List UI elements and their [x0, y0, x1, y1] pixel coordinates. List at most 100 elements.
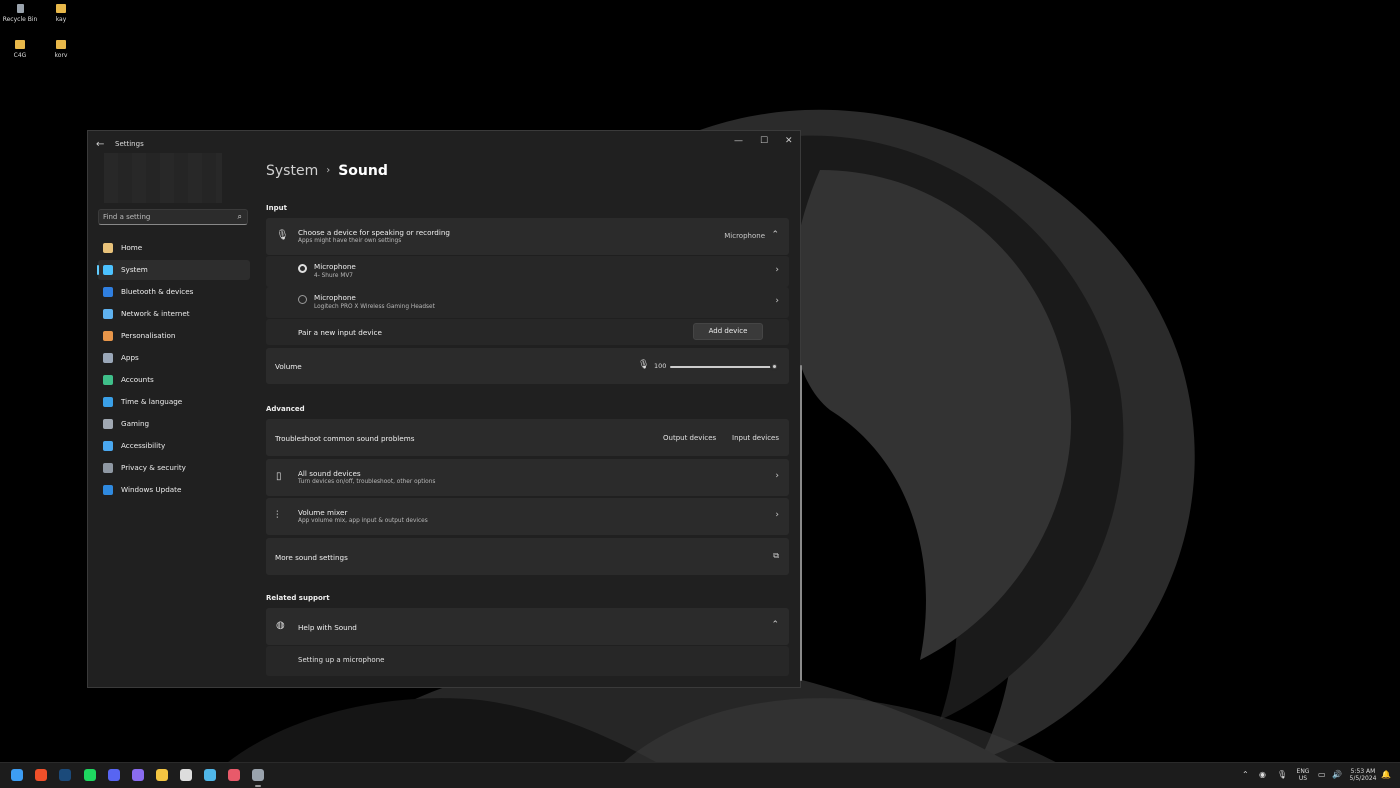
volume-mixer-title: Volume mixer: [298, 508, 348, 517]
sidebar-item-label: Gaming: [121, 419, 150, 428]
notification-bell-icon[interactable]: 🔔: [1381, 770, 1391, 779]
sidebar-item-home[interactable]: Home: [98, 238, 250, 258]
clock[interactable]: 5:53 AM 5/5/2024: [1346, 768, 1380, 782]
sidebar-item-accounts[interactable]: Accounts: [98, 370, 250, 390]
start-icon[interactable]: [11, 769, 23, 781]
sidebar-item-personalisation[interactable]: Personalisation: [98, 326, 250, 346]
back-arrow-icon[interactable]: ←: [96, 139, 104, 150]
speaker-volume-icon[interactable]: 🔊: [1332, 770, 1342, 779]
language-indicator[interactable]: ENG US: [1293, 768, 1313, 782]
chevron-up-icon[interactable]: ⌃: [771, 620, 779, 630]
show-hidden-icons-chevron-icon[interactable]: ⌃: [1242, 770, 1249, 779]
sidebar-item-time-language[interactable]: Time & language: [98, 392, 250, 412]
volume-mixer-subtitle: App volume mix, app input & output devic…: [298, 518, 428, 524]
more-sound-settings-row[interactable]: More sound settings ⧉: [266, 538, 789, 575]
desktop-icon-label: Recycle Bin: [2, 16, 38, 23]
add-device-button[interactable]: Add device: [693, 323, 763, 340]
steam-icon[interactable]: [59, 769, 71, 781]
account-profile-blurred[interactable]: [104, 153, 222, 203]
spotify-icon[interactable]: [84, 769, 96, 781]
setting-up-microphone-link[interactable]: Setting up a microphone: [298, 656, 384, 664]
chevron-right-icon[interactable]: ›: [775, 471, 779, 481]
globe-clock-icon: [103, 397, 113, 407]
sidebar-item-accessibility[interactable]: Accessibility: [98, 436, 250, 456]
sidebar-item-label: Privacy & security: [121, 463, 186, 472]
sidebar-item-network-internet[interactable]: Network & internet: [98, 304, 250, 324]
bluetooth-icon: [103, 287, 113, 297]
desktop-icon-recycle-bin[interactable]: Recycle Bin: [0, 4, 40, 23]
all-sound-devices-row[interactable]: ▯ All sound devices Turn devices on/off,…: [266, 459, 789, 496]
file-explorer-icon[interactable]: [156, 769, 168, 781]
obs-icon[interactable]: [180, 769, 192, 781]
sidebar-item-label: Windows Update: [121, 485, 182, 494]
sidebar-item-privacy-security[interactable]: Privacy & security: [98, 458, 250, 478]
chevron-right-icon[interactable]: ›: [775, 265, 779, 275]
chevron-up-icon[interactable]: ⌃: [771, 230, 779, 240]
sidebar-nav: Home System Bluetooth & devices Network & i…: [97, 238, 250, 502]
language-region: US: [1298, 775, 1308, 782]
input-chooser-value: Microphone: [724, 232, 765, 240]
settings-search-box[interactable]: ⌕: [98, 209, 248, 225]
sidebar-item-windows-update[interactable]: Windows Update: [98, 480, 250, 500]
desktop-icon-kay[interactable]: kay: [41, 4, 81, 23]
desktop-icon-label: C4G: [13, 52, 27, 59]
settings-search-input[interactable]: [103, 213, 223, 221]
update-icon: [103, 485, 113, 495]
troubleshoot-row: Troubleshoot common sound problems Outpu…: [266, 419, 789, 456]
content-scrollbar[interactable]: [800, 365, 802, 681]
device-radio[interactable]: [298, 295, 307, 304]
desktop-icon-label: korv: [54, 52, 68, 59]
sidebar-item-bluetooth-devices[interactable]: Bluetooth & devices: [98, 282, 250, 302]
breadcrumb-system[interactable]: System: [266, 163, 318, 179]
troubleshoot-input-devices-link[interactable]: Input devices: [732, 434, 779, 442]
sidebar-item-gaming[interactable]: Gaming: [98, 414, 250, 434]
input-chooser-title: Choose a device for speaking or recordin…: [298, 228, 450, 237]
globe-icon: ◍: [276, 620, 285, 631]
network-icon[interactable]: ▭: [1318, 770, 1326, 779]
volume-mixer-row[interactable]: ⫶ Volume mixer App volume mix, app input…: [266, 498, 789, 535]
brave-icon[interactable]: [35, 769, 47, 781]
desktop-icon-korv[interactable]: korv: [41, 40, 81, 59]
sidebar-item-apps[interactable]: Apps: [98, 348, 250, 368]
speaker-device-icon: ▯: [276, 471, 282, 482]
sidebar-item-label: Time & language: [121, 397, 183, 406]
close-button[interactable]: ✕: [785, 136, 793, 146]
desktop-icon-label: kay: [55, 16, 67, 23]
proton-mail-icon[interactable]: [132, 769, 144, 781]
home-icon: [103, 243, 113, 253]
volume-slider[interactable]: [670, 362, 779, 371]
microphone-mute-icon[interactable]: 🎙: [638, 360, 649, 370]
desktop-icon-c4g[interactable]: C4G: [0, 40, 40, 59]
more-sound-settings-label: More sound settings: [275, 553, 348, 562]
accounts-icon: [103, 375, 113, 385]
microphone-tray-icon[interactable]: 🎙: [1277, 770, 1287, 779]
troubleshoot-output-devices-link[interactable]: Output devices: [663, 434, 716, 442]
sidebar-item-label: Personalisation: [121, 331, 176, 340]
notepad-icon[interactable]: [204, 769, 216, 781]
chevron-right-icon[interactable]: ›: [775, 510, 779, 520]
advanced-section-title: Advanced: [266, 405, 305, 413]
volume-slider-thumb[interactable]: [769, 362, 779, 371]
wifi-icon: [103, 309, 113, 319]
input-device-row[interactable]: Microphone 4- Shure MV7 ›: [266, 255, 789, 287]
settings-icon[interactable]: [252, 769, 264, 787]
volume-label: Volume: [275, 362, 302, 371]
sidebar-item-label: Apps: [121, 353, 139, 362]
open-external-icon[interactable]: ⧉: [773, 551, 779, 561]
apps-icon: [103, 353, 113, 363]
device-radio-selected[interactable]: [298, 264, 307, 273]
steam-tray-icon[interactable]: ◉: [1259, 770, 1266, 779]
sidebar-item-system[interactable]: System: [97, 260, 250, 280]
discord-icon[interactable]: [108, 769, 120, 781]
maximize-button[interactable]: ☐: [760, 136, 768, 146]
minimize-button[interactable]: —: [734, 136, 743, 146]
chevron-right-icon[interactable]: ›: [775, 296, 779, 306]
input-device-chooser[interactable]: 🎙 Choose a device for speaking or record…: [266, 218, 789, 255]
input-section-title: Input: [266, 204, 287, 212]
snipping-tool-icon[interactable]: [228, 769, 240, 781]
search-icon[interactable]: ⌕: [238, 212, 242, 222]
volume-value: 100: [654, 362, 667, 370]
breadcrumb: System › Sound: [266, 163, 388, 179]
input-device-row[interactable]: Microphone Logitech PRO X Wireless Gamin…: [266, 287, 789, 318]
help-with-sound-row[interactable]: ◍ Help with Sound ⌃: [266, 608, 789, 645]
